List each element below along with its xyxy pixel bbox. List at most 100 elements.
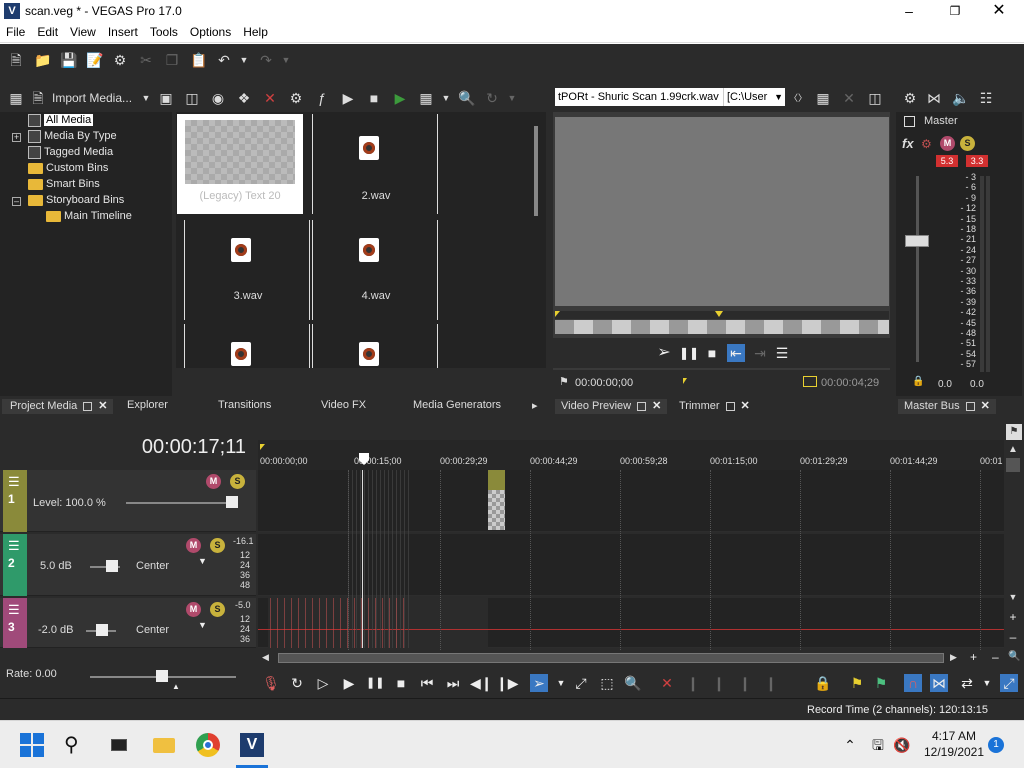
lock-envelopes-icon[interactable]: ⤢ [1000, 674, 1018, 692]
add-to-timeline-icon[interactable]: ⇤ [727, 344, 745, 362]
trimmer-clear-icon[interactable]: ✕ [841, 90, 857, 106]
media-item-5[interactable] [184, 324, 310, 368]
mute-icon[interactable]: M [186, 602, 201, 617]
tree-item-smart-bins[interactable]: Smart Bins [28, 177, 100, 192]
task-view-icon[interactable] [108, 733, 132, 757]
master-settings-gear-icon[interactable]: ⚙ [902, 90, 918, 106]
overwrite-icon[interactable]: ⇥ [751, 344, 769, 362]
undock-icon[interactable] [637, 401, 647, 411]
save-frame-icon[interactable]: ▦ [815, 90, 831, 106]
record-icon[interactable]: 🎙 [262, 674, 280, 692]
cursor-timecode[interactable]: 00:00:17;11 [142, 436, 246, 459]
close-icon[interactable]: ✕ [98, 399, 107, 412]
scroll-up-icon[interactable]: ▲ [1006, 444, 1020, 458]
trimmer-path-select[interactable]: [C:\User ▼ [723, 88, 785, 106]
tabs-scroll-right-icon[interactable]: ▸ [532, 399, 538, 412]
save-icon[interactable]: 💾 [60, 52, 77, 68]
tree-item-custom-bins[interactable]: Custom Bins [28, 161, 108, 176]
import-media-button[interactable]: Import Media... [52, 91, 132, 105]
capture-icon[interactable]: ▣ [158, 90, 174, 106]
media-item-6[interactable] [312, 324, 438, 368]
clock-time[interactable]: 4:17 AM [924, 729, 984, 743]
pan-dropdown-icon[interactable]: ▼ [198, 556, 207, 566]
delete-icon[interactable]: ✕ [658, 674, 676, 692]
edit-tool-dropdown-icon[interactable]: ▼ [552, 674, 570, 692]
envelope-tool-icon[interactable]: ⤢ [572, 674, 590, 692]
media-fx-icon[interactable]: ❖ [236, 90, 252, 106]
tree-item-all-media[interactable]: All Media [28, 113, 94, 128]
mute-icon[interactable]: M [940, 136, 955, 151]
stop-preview-icon[interactable]: ■ [366, 90, 382, 106]
menu-options[interactable]: Options [184, 23, 237, 39]
undo-dropdown-icon[interactable]: ▼ [236, 52, 252, 68]
solo-icon[interactable]: S [210, 538, 225, 553]
menu-icon[interactable]: ☰ [773, 344, 791, 362]
level-slider-handle[interactable] [226, 496, 238, 508]
media-item-2-wav[interactable]: 2.wav [312, 114, 438, 214]
track-header-3[interactable]: ☰ 3 M S -5.0 -2.0 dB Center ▼ 12 24 36 [0, 598, 256, 648]
redo-dropdown-icon[interactable]: ▼ [278, 52, 294, 68]
clock-date[interactable]: 12/19/2021 [920, 745, 988, 759]
tab-video-preview[interactable]: Video Preview ✕ [555, 399, 668, 414]
volume-slider-handle[interactable] [96, 624, 108, 636]
menu-view[interactable]: View [64, 23, 102, 39]
tray-chevron-up-icon[interactable]: ⌃ [838, 733, 862, 757]
snapping-magnet-icon[interactable]: ∩ [904, 674, 922, 692]
scroll-down-icon[interactable]: ▼ [1006, 592, 1020, 604]
tab-project-media[interactable]: Project Media ✕ [2, 399, 114, 414]
import-media-icon[interactable]: 🗎 [30, 90, 46, 106]
ripple-dropdown-icon[interactable]: ▼ [978, 674, 996, 692]
master-checkbox[interactable] [904, 116, 915, 127]
mixer-faders-icon[interactable]: ☷ [978, 90, 994, 106]
pause-icon[interactable]: ❚❚ [679, 344, 699, 362]
horizontal-scroll-thumb[interactable] [278, 653, 944, 663]
refresh-dropdown-icon[interactable]: ▼ [504, 90, 520, 106]
insert-marker-icon[interactable]: ⚑ [848, 674, 866, 692]
tab-transitions[interactable]: Transitions [218, 399, 271, 411]
trim-end-icon[interactable]: ❙ [736, 674, 754, 692]
trimmer-history-icon[interactable]: ◫ [867, 90, 883, 106]
auto-preview-icon[interactable]: ▶ [392, 90, 408, 106]
rate-slider-handle[interactable] [156, 670, 168, 682]
cut-icon[interactable]: ✂ [138, 52, 154, 68]
undo-icon[interactable]: ↶ [216, 52, 232, 68]
auto-crossfade-icon[interactable]: ⋈ [930, 674, 948, 692]
pause-icon[interactable]: ❚❚ [366, 674, 384, 692]
new-file-icon[interactable]: 🗎 [8, 52, 24, 68]
play-preview-icon[interactable]: ▶ [340, 90, 356, 106]
undock-icon[interactable] [83, 401, 93, 411]
track-menu-icon[interactable]: ☰ [8, 602, 20, 618]
cursor-icon[interactable]: ➢ [655, 344, 673, 362]
tab-trimmer[interactable]: Trimmer ✕ [679, 399, 750, 412]
media-scrollbar[interactable] [534, 126, 538, 216]
network-icon[interactable]: 🖫 [866, 733, 890, 757]
zoom-out-icon[interactable]: – [992, 650, 999, 664]
undock-icon[interactable] [725, 401, 735, 411]
bus-routing-icon[interactable]: ⋈ [926, 90, 942, 106]
mute-icon[interactable]: M [206, 474, 221, 489]
scroll-left-icon[interactable]: ◀ [262, 652, 269, 663]
views-dropdown-icon[interactable]: ▼ [438, 90, 454, 106]
redo-icon[interactable]: ↷ [258, 52, 274, 68]
media-item-3-wav[interactable]: 3.wav [184, 220, 310, 320]
views-icon[interactable]: ▦ [418, 90, 434, 106]
tab-explorer[interactable]: Explorer [127, 399, 168, 411]
notification-badge[interactable]: 1 [988, 737, 1004, 753]
remove-media-icon[interactable]: ✕ [262, 90, 278, 106]
master-fader-handle[interactable] [905, 235, 929, 247]
menu-help[interactable]: Help [237, 23, 274, 39]
media-item-legacy-text[interactable]: (Legacy) Text 20 [177, 114, 303, 214]
trim-start-icon[interactable]: ❙ [710, 674, 728, 692]
menu-edit[interactable]: Edit [31, 23, 64, 39]
vegas-taskbar-icon[interactable]: V [240, 733, 264, 757]
scroll-right-icon[interactable]: ▶ [950, 652, 957, 663]
tree-item-main-timeline[interactable]: Main Timeline [46, 209, 132, 224]
tree-item-media-by-type[interactable]: Media By Type [28, 129, 117, 144]
tab-master-bus[interactable]: Master Bus ✕ [898, 399, 996, 414]
trimmer-filmstrip[interactable] [555, 320, 889, 334]
play-from-start-icon[interactable]: ▷ [314, 674, 332, 692]
collapse-icon[interactable]: – [12, 197, 21, 206]
lock-event-icon[interactable]: 🔒 [814, 674, 832, 692]
pan-dropdown-icon[interactable]: ▼ [198, 620, 207, 630]
ripple-edit-icon[interactable]: ⇄ [958, 674, 976, 692]
